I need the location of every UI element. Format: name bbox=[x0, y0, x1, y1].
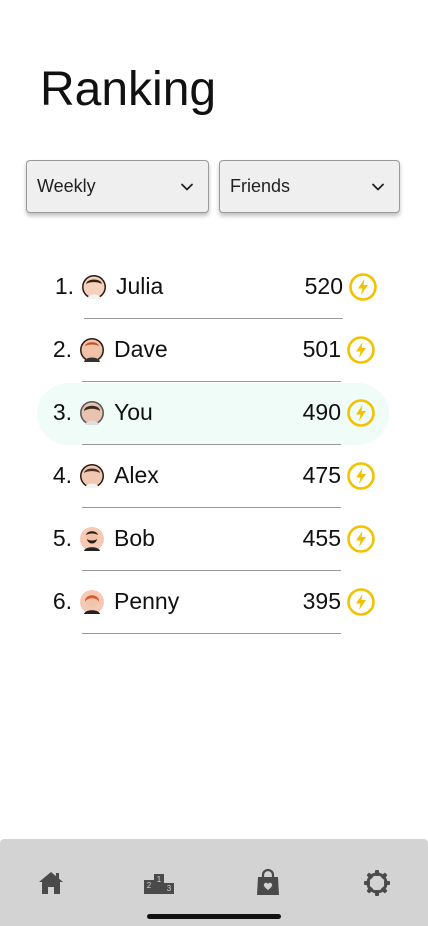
chevron-down-icon bbox=[181, 183, 193, 190]
shopping-bag-heart-icon bbox=[257, 869, 279, 895]
lightning-bolt-icon bbox=[346, 461, 376, 491]
player-score: 501 bbox=[302, 336, 341, 362]
rank-position: 3. bbox=[52, 399, 72, 425]
home-indicator bbox=[147, 914, 281, 919]
lightning-bolt-icon bbox=[346, 398, 376, 428]
avatar-woman-icon bbox=[82, 275, 106, 299]
svg-text:3: 3 bbox=[167, 884, 172, 893]
rank-position: 6. bbox=[52, 588, 72, 614]
ranking-screen: Ranking Weekly Friends 1. Julia 520 2. D… bbox=[0, 0, 428, 926]
player-name: You bbox=[114, 399, 153, 425]
scope-dropdown-value: Friends bbox=[230, 176, 291, 196]
player-name: Dave bbox=[114, 336, 168, 362]
page-title: Ranking bbox=[40, 63, 217, 116]
gear-icon bbox=[364, 870, 390, 896]
ranking-row[interactable]: 6. Penny 395 bbox=[0, 571, 428, 634]
period-dropdown[interactable]: Weekly bbox=[26, 160, 209, 213]
scope-dropdown[interactable]: Friends bbox=[219, 160, 400, 213]
nav-settings-button[interactable] bbox=[361, 867, 393, 899]
player-name: Julia bbox=[116, 273, 164, 299]
nav-shop-button[interactable] bbox=[252, 867, 284, 899]
ranking-row[interactable]: 5. Bob 455 bbox=[0, 508, 428, 571]
chevron-down-icon bbox=[372, 183, 384, 190]
lightning-bolt-icon bbox=[346, 335, 376, 365]
avatar-person-icon bbox=[80, 401, 104, 425]
ranking-row[interactable]: 4. Alex 475 bbox=[0, 445, 428, 508]
player-score: 395 bbox=[302, 588, 341, 614]
svg-text:1: 1 bbox=[157, 875, 162, 884]
avatar-man-beard-icon bbox=[80, 527, 104, 551]
nav-ranking-button[interactable]: 1 2 3 bbox=[143, 867, 175, 899]
ranking-row[interactable]: 3. You 490 bbox=[0, 382, 428, 445]
player-score: 475 bbox=[302, 462, 341, 488]
ranking-row[interactable]: 2. Dave 501 bbox=[0, 319, 428, 382]
avatar-woman-icon bbox=[80, 464, 104, 488]
player-name: Penny bbox=[114, 588, 180, 614]
avatar-man-redhair-icon bbox=[80, 338, 104, 362]
svg-text:2: 2 bbox=[147, 881, 152, 890]
period-dropdown-value: Weekly bbox=[37, 176, 96, 196]
rank-position: 5. bbox=[52, 525, 72, 551]
home-icon bbox=[39, 872, 63, 894]
rank-position: 2. bbox=[52, 336, 72, 362]
rank-position: 4. bbox=[52, 462, 72, 488]
ranking-row[interactable]: 1. Julia 520 bbox=[0, 256, 428, 319]
player-name: Bob bbox=[114, 525, 155, 551]
podium-icon: 1 2 3 bbox=[144, 874, 174, 894]
avatar-woman-redhair-icon bbox=[80, 590, 104, 614]
player-name: Alex bbox=[114, 462, 159, 488]
lightning-bolt-icon bbox=[346, 524, 376, 554]
player-score: 490 bbox=[302, 399, 341, 425]
lightning-bolt-icon bbox=[348, 272, 378, 302]
player-score: 455 bbox=[302, 525, 341, 551]
rank-position: 1. bbox=[54, 273, 74, 299]
ranking-list: 1. Julia 520 2. Dave 501 3. You 490 4. A… bbox=[0, 256, 428, 634]
player-score: 520 bbox=[304, 273, 343, 299]
nav-home-button[interactable] bbox=[35, 867, 67, 899]
bottom-nav-bar: 1 2 3 bbox=[0, 839, 428, 926]
lightning-bolt-icon bbox=[346, 587, 376, 617]
row-divider bbox=[82, 633, 341, 634]
